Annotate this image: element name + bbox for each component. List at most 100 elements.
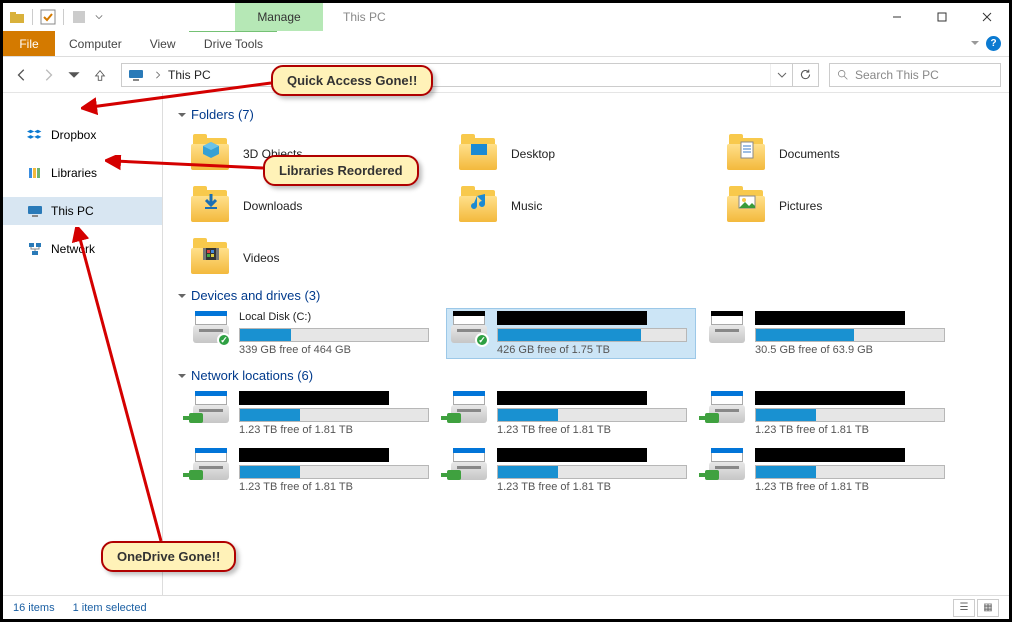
folder-label: Pictures bbox=[779, 199, 822, 213]
network-drive-item[interactable]: 1.23 TB free of 1.81 TB bbox=[447, 389, 695, 438]
drive-name bbox=[755, 391, 905, 405]
quick-access-toolbar bbox=[3, 3, 113, 31]
ribbon-collapse-icon[interactable] bbox=[970, 37, 980, 51]
drive-free-text: 339 GB free of 464 GB bbox=[239, 344, 435, 356]
back-button[interactable] bbox=[11, 64, 33, 86]
drive-name bbox=[755, 448, 905, 462]
drive-free-text: 1.23 TB free of 1.81 TB bbox=[497, 481, 693, 493]
sidebar-item-label: This PC bbox=[51, 204, 94, 218]
capacity-bar bbox=[497, 465, 687, 479]
drive-free-text: 1.23 TB free of 1.81 TB bbox=[497, 424, 693, 436]
network-drive-icon bbox=[707, 391, 747, 427]
minimize-button[interactable] bbox=[874, 3, 919, 31]
folder-label: Downloads bbox=[243, 199, 302, 213]
disk-drive-icon: ✓ bbox=[449, 311, 489, 347]
qat-item-icon[interactable] bbox=[71, 9, 87, 25]
chevron-down-icon bbox=[177, 291, 187, 301]
drive-item[interactable]: ✓ 426 GB free of 1.75 TB bbox=[447, 309, 695, 358]
sidebar-item-dropbox[interactable]: Dropbox bbox=[3, 121, 162, 149]
section-header-network[interactable]: Network locations (6) bbox=[177, 368, 995, 383]
chevron-right-icon[interactable] bbox=[154, 66, 162, 84]
forward-button[interactable] bbox=[37, 64, 59, 86]
view-tab[interactable]: View bbox=[136, 31, 190, 56]
network-drive-item[interactable]: 1.23 TB free of 1.81 TB bbox=[189, 389, 437, 438]
network-drive-item[interactable]: 1.23 TB free of 1.81 TB bbox=[189, 446, 437, 495]
section-title: Devices and drives (3) bbox=[191, 288, 320, 303]
dropbox-icon bbox=[27, 127, 43, 143]
folder-icon bbox=[725, 134, 769, 174]
help-icon[interactable]: ? bbox=[986, 36, 1001, 51]
qat-checkbox-icon[interactable] bbox=[40, 9, 56, 25]
search-placeholder: Search This PC bbox=[855, 68, 939, 82]
tiles-view-button[interactable]: ▦ bbox=[977, 599, 999, 617]
section-header-drives[interactable]: Devices and drives (3) bbox=[177, 288, 995, 303]
status-bar: 16 items 1 item selected ☰ ▦ bbox=[3, 595, 1009, 619]
folder-icon bbox=[189, 186, 233, 226]
folder-item[interactable]: Downloads bbox=[189, 180, 447, 232]
ribbon-tabs: File Computer View Drive Tools ? bbox=[3, 31, 1009, 57]
chevron-down-icon bbox=[177, 110, 187, 120]
network-drive-icon bbox=[707, 448, 747, 484]
details-view-button[interactable]: ☰ bbox=[953, 599, 975, 617]
section-title: Folders (7) bbox=[191, 107, 254, 122]
close-button[interactable] bbox=[964, 3, 1009, 31]
sidebar-item-libraries[interactable]: Libraries bbox=[3, 159, 162, 187]
computer-tab[interactable]: Computer bbox=[55, 31, 136, 56]
up-button[interactable] bbox=[89, 64, 111, 86]
drive-tools-tab[interactable]: Drive Tools bbox=[189, 31, 277, 56]
file-tab[interactable]: File bbox=[3, 31, 55, 56]
disk-drive-icon: ✓ bbox=[191, 311, 231, 347]
drive-name bbox=[239, 391, 389, 405]
folder-item[interactable]: Desktop bbox=[457, 128, 715, 180]
capacity-bar bbox=[497, 328, 687, 342]
qat-dropdown-icon[interactable] bbox=[91, 9, 107, 25]
sidebar-item-label: Network bbox=[51, 242, 95, 256]
folder-label: Music bbox=[511, 199, 542, 213]
network-drive-item[interactable]: 1.23 TB free of 1.81 TB bbox=[447, 446, 695, 495]
sidebar-item-network[interactable]: Network bbox=[3, 235, 162, 263]
drive-free-text: 30.5 GB free of 63.9 GB bbox=[755, 344, 951, 356]
drive-free-text: 1.23 TB free of 1.81 TB bbox=[755, 424, 951, 436]
callout-onedrive: OneDrive Gone!! bbox=[101, 541, 236, 572]
callout-libraries: Libraries Reordered bbox=[263, 155, 419, 186]
drive-name bbox=[239, 448, 389, 462]
network-icon bbox=[27, 241, 43, 257]
folder-icon bbox=[189, 238, 233, 278]
status-item-count: 16 items bbox=[13, 602, 55, 614]
drive-free-text: 426 GB free of 1.75 TB bbox=[497, 344, 693, 356]
recent-locations-button[interactable] bbox=[63, 64, 85, 86]
window-title: This PC bbox=[323, 3, 386, 31]
sidebar-item-label: Libraries bbox=[51, 166, 97, 180]
breadcrumb-this-pc[interactable]: This PC bbox=[168, 68, 211, 82]
network-drive-icon bbox=[449, 448, 489, 484]
network-drive-item[interactable]: 1.23 TB free of 1.81 TB bbox=[705, 446, 953, 495]
manage-contextual-tab[interactable]: Manage bbox=[235, 3, 323, 31]
address-dropdown-button[interactable] bbox=[770, 64, 792, 86]
folder-label: Videos bbox=[243, 251, 279, 265]
drive-name bbox=[755, 311, 905, 325]
network-drive-item[interactable]: 1.23 TB free of 1.81 TB bbox=[705, 389, 953, 438]
maximize-button[interactable] bbox=[919, 3, 964, 31]
sidebar-item-this-pc[interactable]: This PC bbox=[3, 197, 162, 225]
navigation-row: This PC Search This PC bbox=[3, 57, 1009, 93]
capacity-bar bbox=[239, 408, 429, 422]
address-bar[interactable]: This PC bbox=[121, 63, 819, 87]
section-title: Network locations (6) bbox=[191, 368, 313, 383]
pc-icon bbox=[27, 203, 43, 219]
search-input[interactable]: Search This PC bbox=[829, 63, 1001, 87]
search-icon bbox=[836, 68, 849, 81]
folder-item[interactable]: Music bbox=[457, 180, 715, 232]
drive-name bbox=[497, 311, 647, 325]
folder-item[interactable]: Pictures bbox=[725, 180, 983, 232]
refresh-button[interactable] bbox=[792, 64, 818, 86]
folder-icon bbox=[725, 186, 769, 226]
sidebar-item-label: Dropbox bbox=[51, 128, 96, 142]
title-bar: Manage This PC bbox=[3, 3, 1009, 31]
capacity-bar bbox=[497, 408, 687, 422]
folder-item[interactable]: Documents bbox=[725, 128, 983, 180]
folder-item[interactable]: Videos bbox=[189, 232, 447, 284]
folder-label: Desktop bbox=[511, 147, 555, 161]
drive-item[interactable]: ✓ Local Disk (C:) 339 GB free of 464 GB bbox=[189, 309, 437, 358]
section-header-folders[interactable]: Folders (7) bbox=[177, 107, 995, 122]
drive-item[interactable]: 30.5 GB free of 63.9 GB bbox=[705, 309, 953, 358]
